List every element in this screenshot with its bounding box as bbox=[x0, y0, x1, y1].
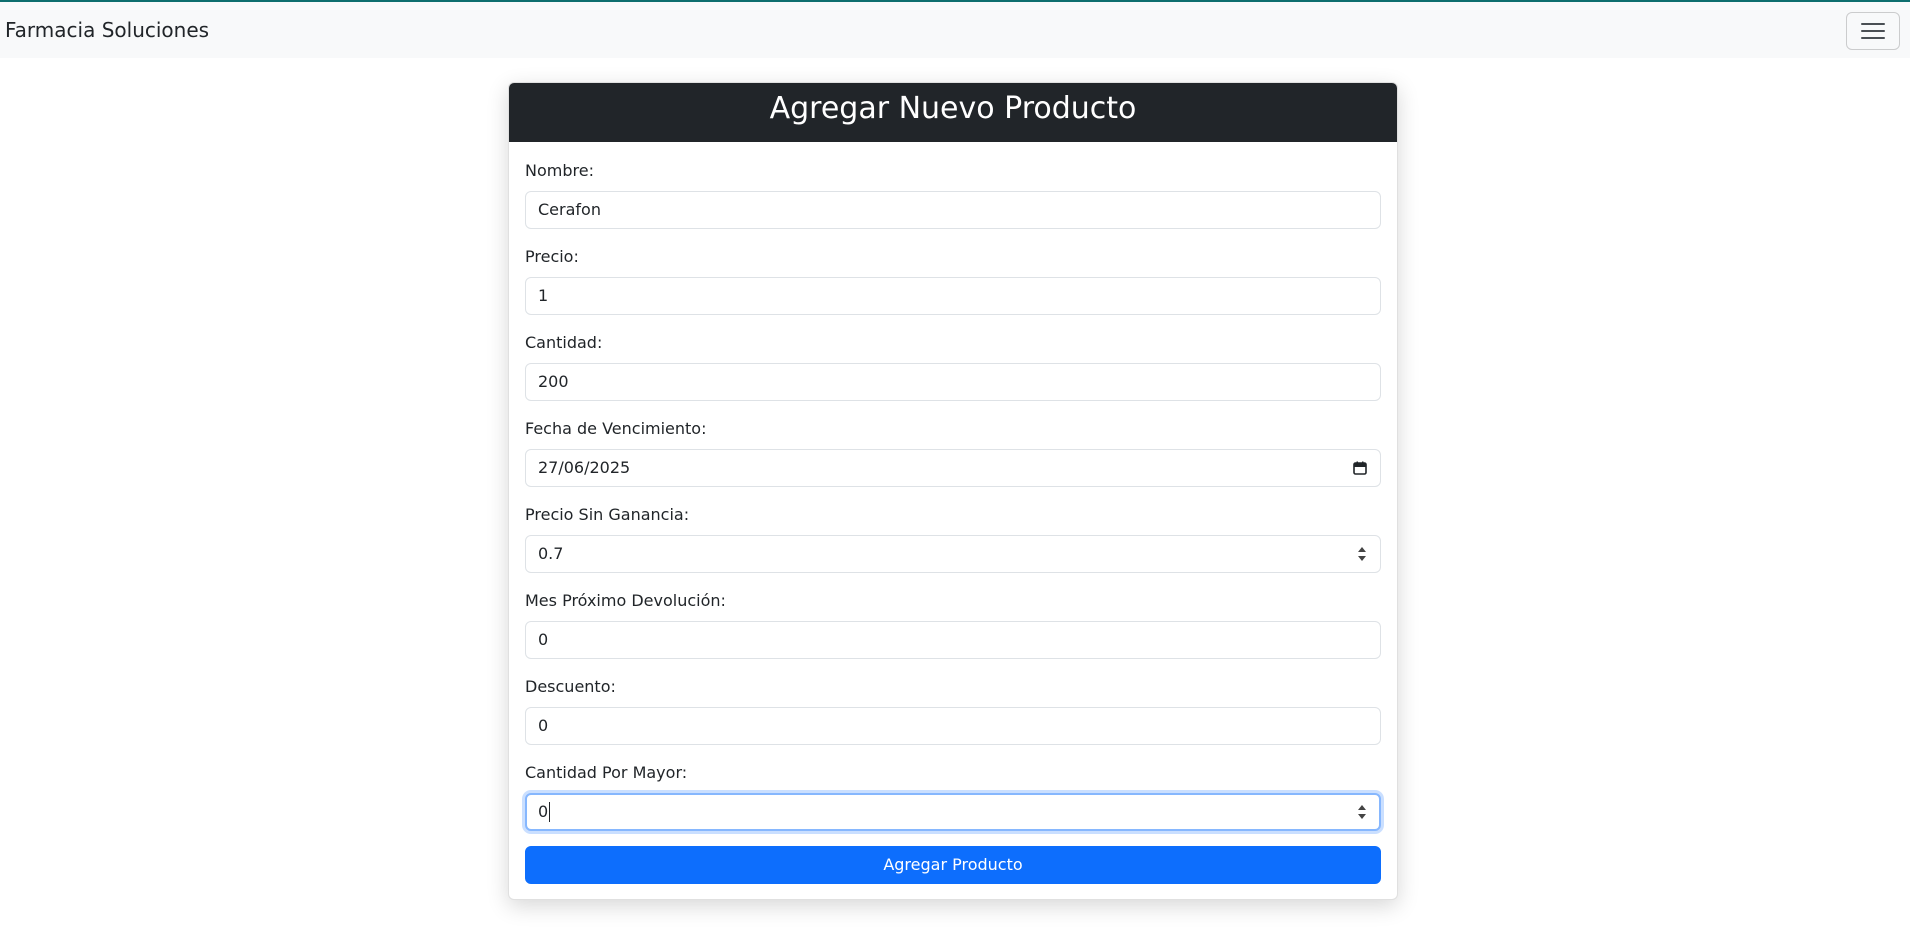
navbar-toggler-button[interactable] bbox=[1846, 12, 1900, 50]
cantidad-input[interactable]: 200 bbox=[525, 363, 1381, 401]
spinner-arrows-icon[interactable] bbox=[1356, 802, 1368, 822]
agregar-producto-button[interactable]: Agregar Producto bbox=[525, 846, 1381, 884]
precio-input[interactable]: 1 bbox=[525, 277, 1381, 315]
precio-sin-ganancia-value: 0.7 bbox=[538, 544, 564, 563]
card-title: Agregar Nuevo Producto bbox=[509, 83, 1397, 142]
spinner-arrows-icon[interactable] bbox=[1356, 544, 1368, 564]
cantidad-label: Cantidad: bbox=[525, 333, 603, 352]
precio-sin-ganancia-label: Precio Sin Ganancia: bbox=[525, 505, 690, 524]
mes-proximo-devolucion-value: 0 bbox=[538, 630, 549, 649]
calendar-icon[interactable] bbox=[1353, 461, 1367, 475]
descuento-input[interactable]: 0 bbox=[525, 707, 1381, 745]
descuento-label: Descuento: bbox=[525, 677, 616, 696]
nombre-label: Nombre: bbox=[525, 161, 594, 180]
descuento-value: 0 bbox=[538, 716, 549, 735]
fecha-vencimiento-value: 27/06/2025 bbox=[538, 458, 631, 477]
cantidad-por-mayor-label: Cantidad Por Mayor: bbox=[525, 763, 688, 782]
fecha-vencimiento-input[interactable]: 27/06/2025 bbox=[525, 449, 1381, 487]
precio-sin-ganancia-input[interactable]: 0.7 bbox=[525, 535, 1381, 573]
hamburger-menu-icon bbox=[1861, 23, 1885, 40]
cantidad-value: 200 bbox=[538, 372, 569, 391]
precio-label: Precio: bbox=[525, 247, 579, 266]
navbar: Farmacia Soluciones bbox=[0, 2, 1910, 58]
add-product-card: Agregar Nuevo Producto Nombre: Cerafon P… bbox=[508, 82, 1398, 900]
precio-value: 1 bbox=[538, 286, 549, 305]
cantidad-por-mayor-input[interactable]: 0 bbox=[525, 793, 1381, 831]
mes-proximo-devolucion-input[interactable]: 0 bbox=[525, 621, 1381, 659]
text-caret bbox=[549, 801, 551, 822]
nombre-input[interactable]: Cerafon bbox=[525, 191, 1381, 229]
mes-proximo-devolucion-label: Mes Próximo Devolución: bbox=[525, 591, 726, 610]
nombre-value: Cerafon bbox=[538, 200, 601, 219]
fecha-vencimiento-label: Fecha de Vencimiento: bbox=[525, 419, 707, 438]
navbar-brand[interactable]: Farmacia Soluciones bbox=[5, 17, 209, 43]
cantidad-por-mayor-value: 0 bbox=[538, 802, 549, 821]
